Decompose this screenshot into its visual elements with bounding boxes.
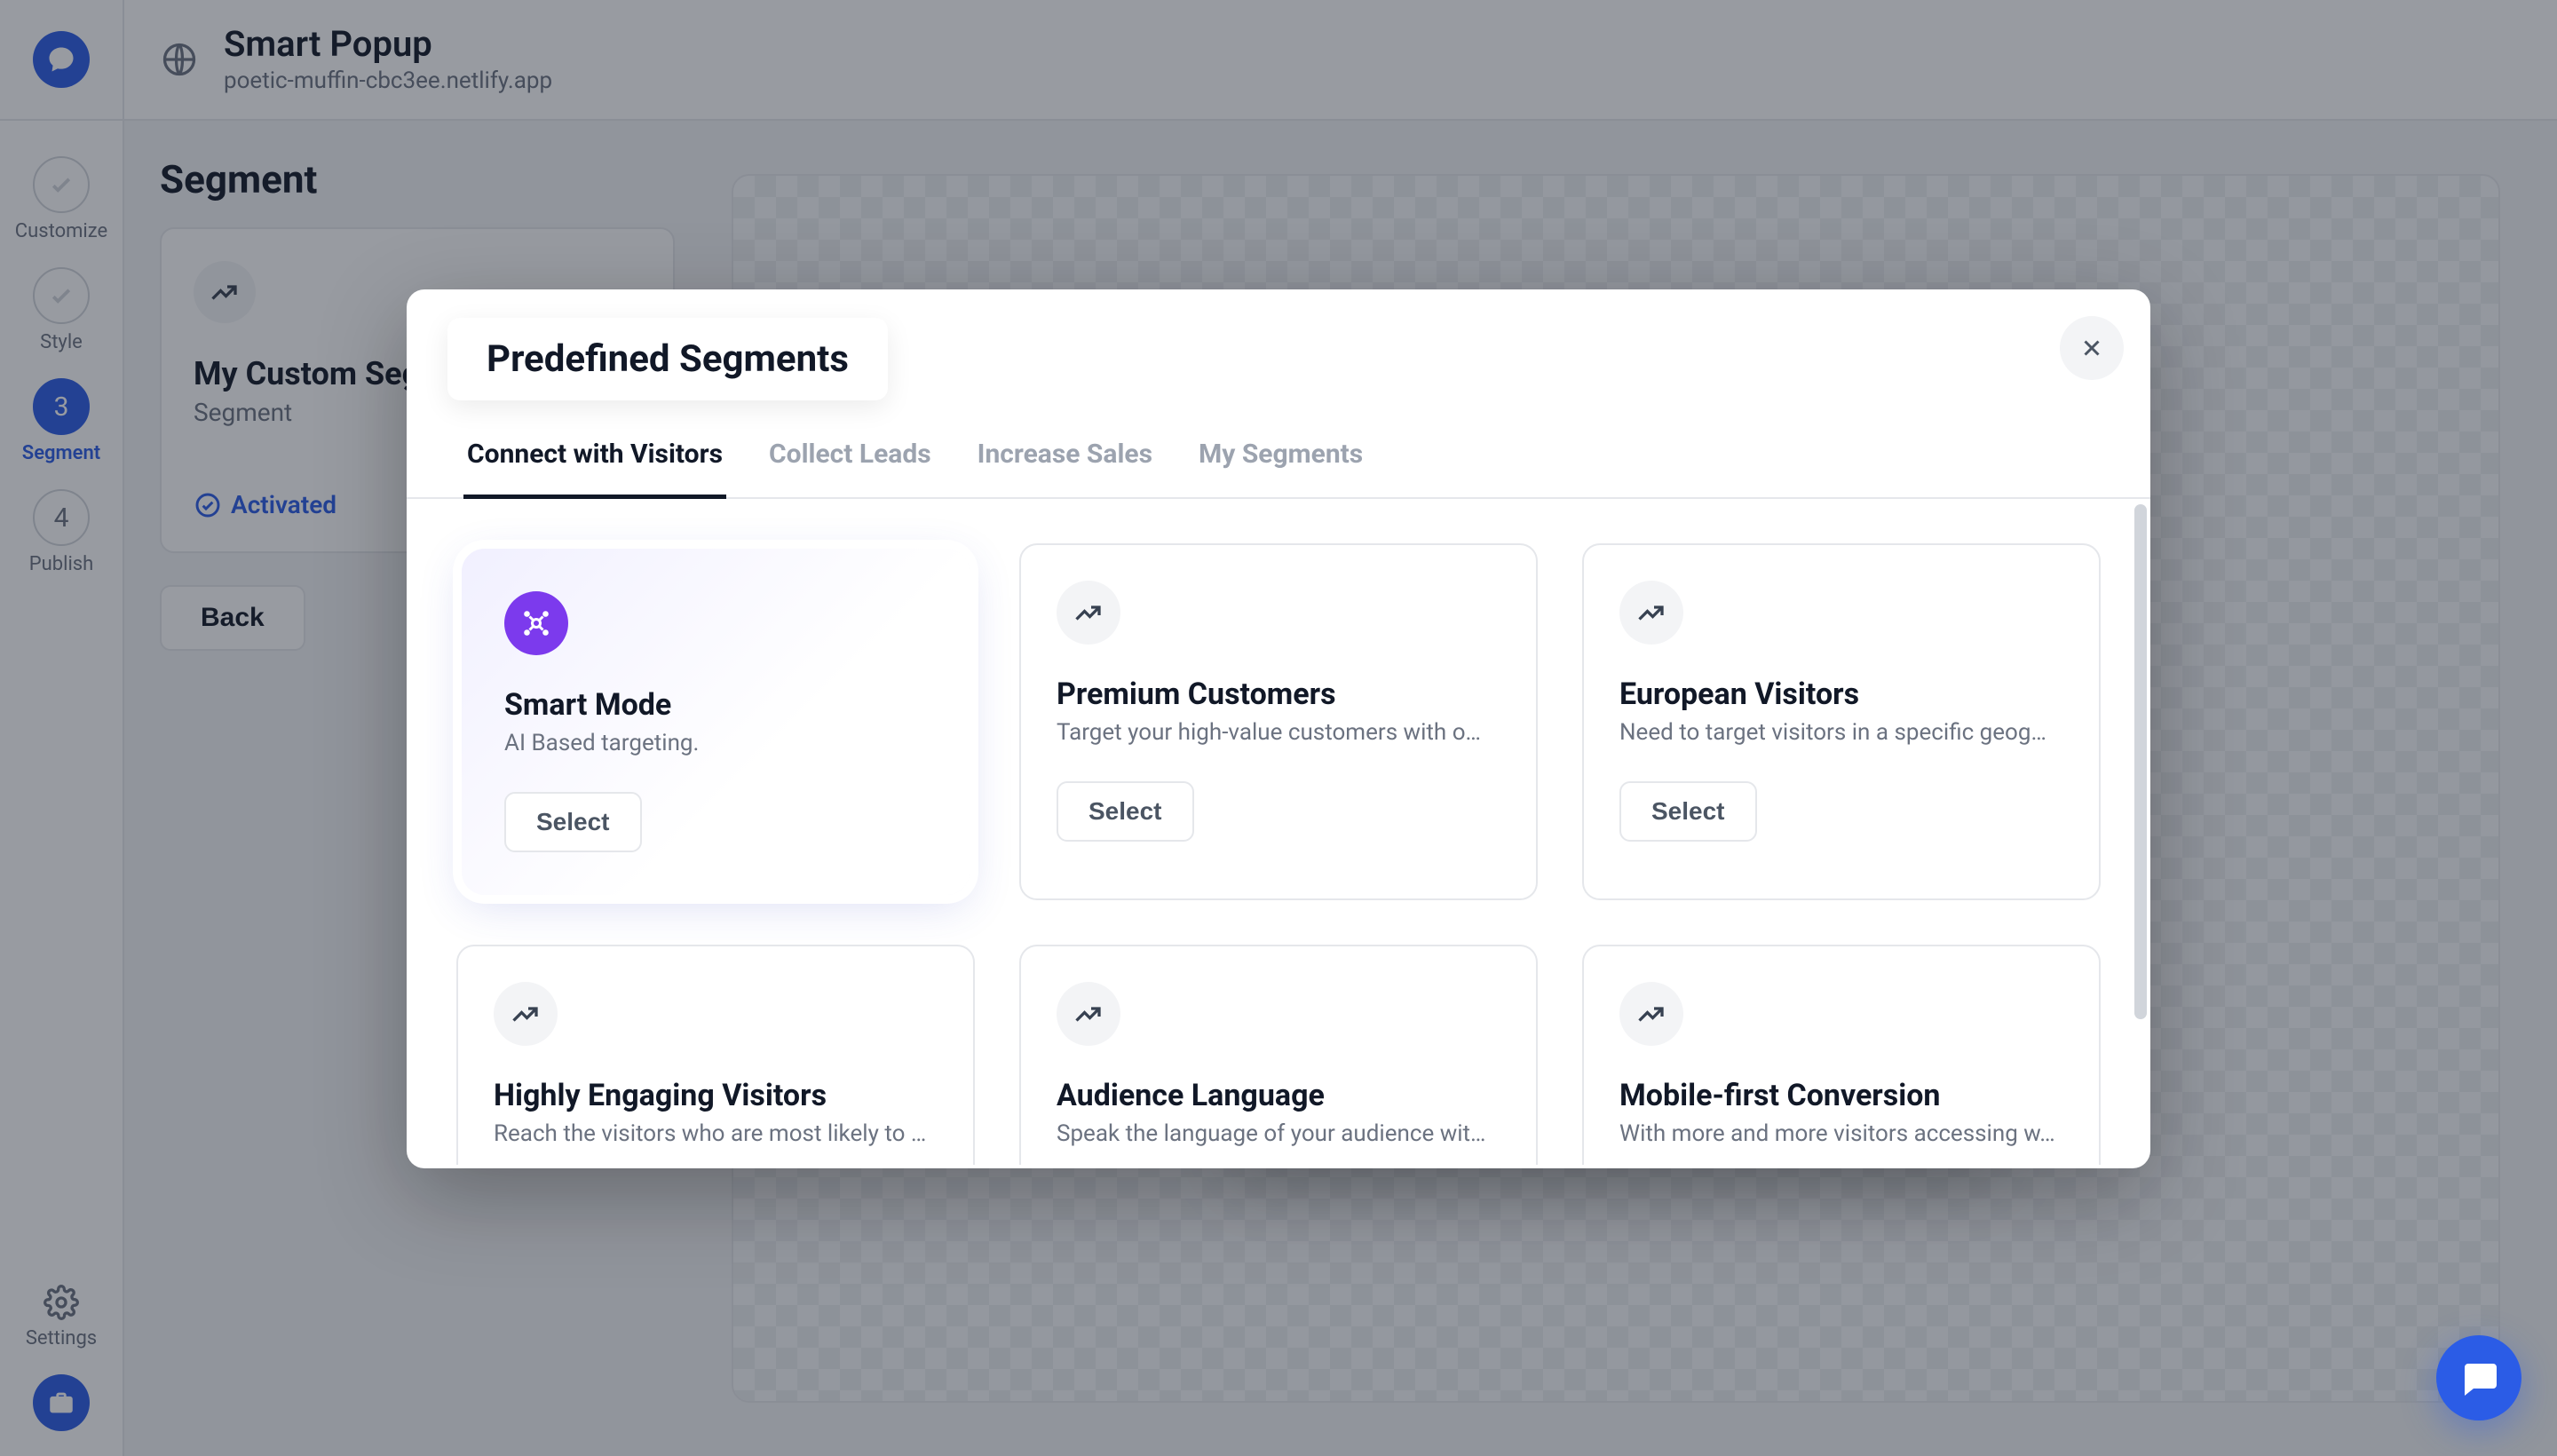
trend-icon (494, 982, 558, 1046)
segment-description: With more and more visitors accessing w… (1619, 1120, 2063, 1147)
tab-collect-leads[interactable]: Collect Leads (765, 423, 935, 499)
segment-card-smart-mode[interactable]: Smart Mode AI Based targeting. Select (462, 549, 970, 895)
close-icon (2078, 335, 2105, 361)
tab-connect-visitors[interactable]: Connect with Visitors (463, 423, 726, 499)
segment-title: Highly Engaging Visitors (494, 1078, 938, 1113)
help-chat-button[interactable] (2436, 1335, 2521, 1420)
segment-title: Smart Mode (504, 687, 927, 723)
modal-scrollbar[interactable] (2134, 504, 2147, 1019)
segment-description: AI Based targeting. (504, 730, 927, 756)
segment-card-highly-engaging[interactable]: Highly Engaging Visitors Reach the visit… (456, 945, 975, 1165)
tab-my-segments[interactable]: My Segments (1195, 423, 1366, 499)
tab-increase-sales[interactable]: Increase Sales (974, 423, 1156, 499)
segment-description: Speak the language of your audience wit… (1057, 1120, 1500, 1147)
select-button[interactable]: Select (504, 792, 642, 852)
ai-icon (504, 591, 568, 655)
modal-overlay[interactable]: Predefined Segments Connect with Visitor… (0, 0, 2557, 1456)
trend-icon (1619, 581, 1683, 645)
segment-description: Need to target visitors in a specific ge… (1619, 719, 2063, 746)
segment-title: Mobile-first Conversion (1619, 1078, 2063, 1113)
chat-icon (2458, 1357, 2500, 1399)
segment-title: Premium Customers (1057, 677, 1500, 712)
trend-icon (1057, 581, 1120, 645)
modal-title: Predefined Segments (447, 318, 888, 400)
trend-icon (1057, 982, 1120, 1046)
segment-card-mobile-first[interactable]: Mobile-first Conversion With more and mo… (1582, 945, 2101, 1165)
select-button[interactable]: Select (1057, 781, 1194, 842)
segment-description: Target your high-value customers with o… (1057, 719, 1500, 746)
modal-close-button[interactable] (2060, 316, 2124, 380)
select-button[interactable]: Select (1619, 781, 1757, 842)
predefined-segments-modal: Predefined Segments Connect with Visitor… (407, 289, 2150, 1168)
segment-card-premium-customers[interactable]: Premium Customers Target your high-value… (1019, 543, 1538, 900)
segment-title: European Visitors (1619, 677, 2063, 712)
segment-description: Reach the visitors who are most likely t… (494, 1120, 938, 1147)
segment-card-audience-language[interactable]: Audience Language Speak the language of … (1019, 945, 1538, 1165)
modal-tabs: Connect with Visitors Collect Leads Incr… (407, 423, 2150, 499)
trend-icon (1619, 982, 1683, 1046)
segment-card-european-visitors[interactable]: European Visitors Need to target visitor… (1582, 543, 2101, 900)
segment-title: Audience Language (1057, 1078, 1500, 1113)
